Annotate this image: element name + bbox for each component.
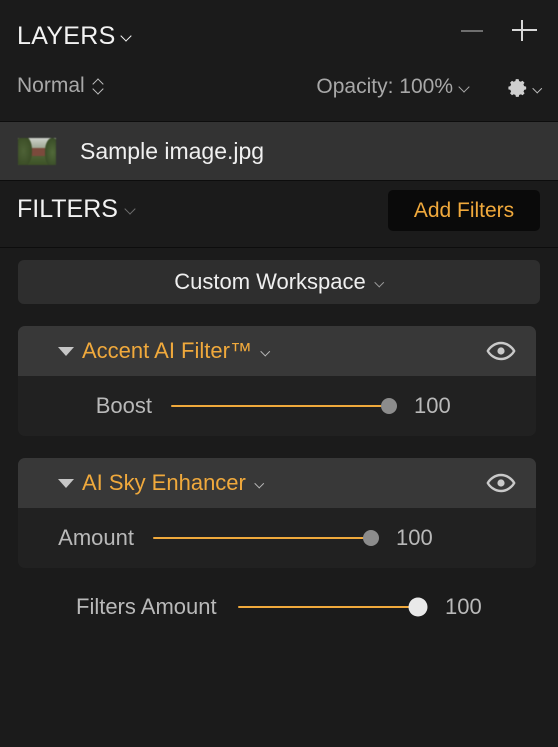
blend-mode-selector[interactable]: Normal xyxy=(17,74,105,98)
gear-icon xyxy=(508,79,527,97)
filters-amount-row: Filters Amount 100 xyxy=(0,594,558,620)
filters-amount-label: Filters Amount xyxy=(76,594,217,619)
eye-icon[interactable] xyxy=(486,472,516,499)
filter-card-body: Boost 100 xyxy=(18,376,536,436)
minus-icon[interactable] xyxy=(459,18,485,44)
layer-options-row: Normal Opacity: 100% xyxy=(0,74,558,114)
triangle-down-icon[interactable] xyxy=(58,347,74,356)
amount-slider-row: Amount 100 xyxy=(18,525,536,551)
slider-knob[interactable] xyxy=(363,530,379,546)
layers-header: LAYERS Normal Opacity: 100% xyxy=(0,0,558,121)
layer-settings-button[interactable] xyxy=(506,76,542,100)
layer-name-label: Sample image.jpg xyxy=(80,137,265,164)
filter-card-header[interactable]: AI Sky Enhancer xyxy=(18,458,536,508)
slider-value: 100 xyxy=(414,393,451,418)
layers-title-label: LAYERS xyxy=(17,22,116,50)
boost-slider-row: Boost 100 xyxy=(18,393,536,419)
triangle-down-icon[interactable] xyxy=(58,479,74,488)
filters-panel-toggle[interactable]: FILTERS xyxy=(17,195,136,224)
layers-panel-toggle[interactable]: LAYERS xyxy=(17,22,132,51)
filters-header: FILTERS Add Filters xyxy=(0,181,558,248)
chevron-down-icon[interactable] xyxy=(125,204,136,215)
amount-slider[interactable] xyxy=(153,528,379,548)
filter-card: AI Sky Enhancer Amount 100 xyxy=(18,458,536,568)
chevron-down-icon[interactable] xyxy=(375,278,384,287)
slider-knob[interactable] xyxy=(381,398,397,414)
slider-track xyxy=(238,606,418,608)
filters-title-label: FILTERS xyxy=(17,195,118,223)
filters-amount-value: 100 xyxy=(445,594,482,619)
filters-amount-slider[interactable] xyxy=(238,597,428,617)
opacity-selector[interactable]: Opacity: 100% xyxy=(316,75,470,99)
slider-track xyxy=(153,537,371,539)
filter-card-body: Amount 100 xyxy=(18,508,536,568)
eye-icon-glyph xyxy=(486,473,516,493)
chevron-down-icon[interactable] xyxy=(261,347,270,356)
slider-label: Boost xyxy=(95,393,152,418)
blend-mode-label: Normal xyxy=(17,74,85,97)
slider-track xyxy=(171,405,389,407)
slider-label: Amount xyxy=(58,525,134,550)
filter-card: Accent AI Filter™ Boost 100 xyxy=(18,326,536,436)
workspace-label: Custom Workspace xyxy=(174,269,366,294)
boost-slider[interactable] xyxy=(171,396,397,416)
filter-card-header[interactable]: Accent AI Filter™ xyxy=(18,326,536,376)
layer-list-item[interactable]: Sample image.jpg xyxy=(0,121,558,181)
eye-icon[interactable] xyxy=(486,340,516,367)
add-filters-button[interactable]: Add Filters xyxy=(388,190,540,231)
chevron-up-down-icon[interactable] xyxy=(92,77,105,96)
plus-icon[interactable] xyxy=(509,15,539,45)
slider-value: 100 xyxy=(396,525,433,550)
chevron-down-icon[interactable] xyxy=(459,82,470,93)
opacity-label: Opacity: 100% xyxy=(316,75,453,98)
filter-name-label: AI Sky Enhancer xyxy=(82,470,246,495)
workspace-selector[interactable]: Custom Workspace xyxy=(18,260,540,304)
chevron-down-icon[interactable] xyxy=(121,31,132,42)
slider-knob[interactable] xyxy=(408,597,428,617)
chevron-down-icon[interactable] xyxy=(533,84,542,93)
filters-body: Custom Workspace Accent AI Filter™ Boost xyxy=(0,248,558,747)
eye-icon-glyph xyxy=(486,341,516,361)
layers-filters-panel: LAYERS Normal Opacity: 100% Sample image… xyxy=(0,0,558,747)
chevron-down-icon[interactable] xyxy=(255,479,264,488)
filter-name-label: Accent AI Filter™ xyxy=(82,338,252,363)
layer-thumbnail-icon xyxy=(18,137,56,165)
